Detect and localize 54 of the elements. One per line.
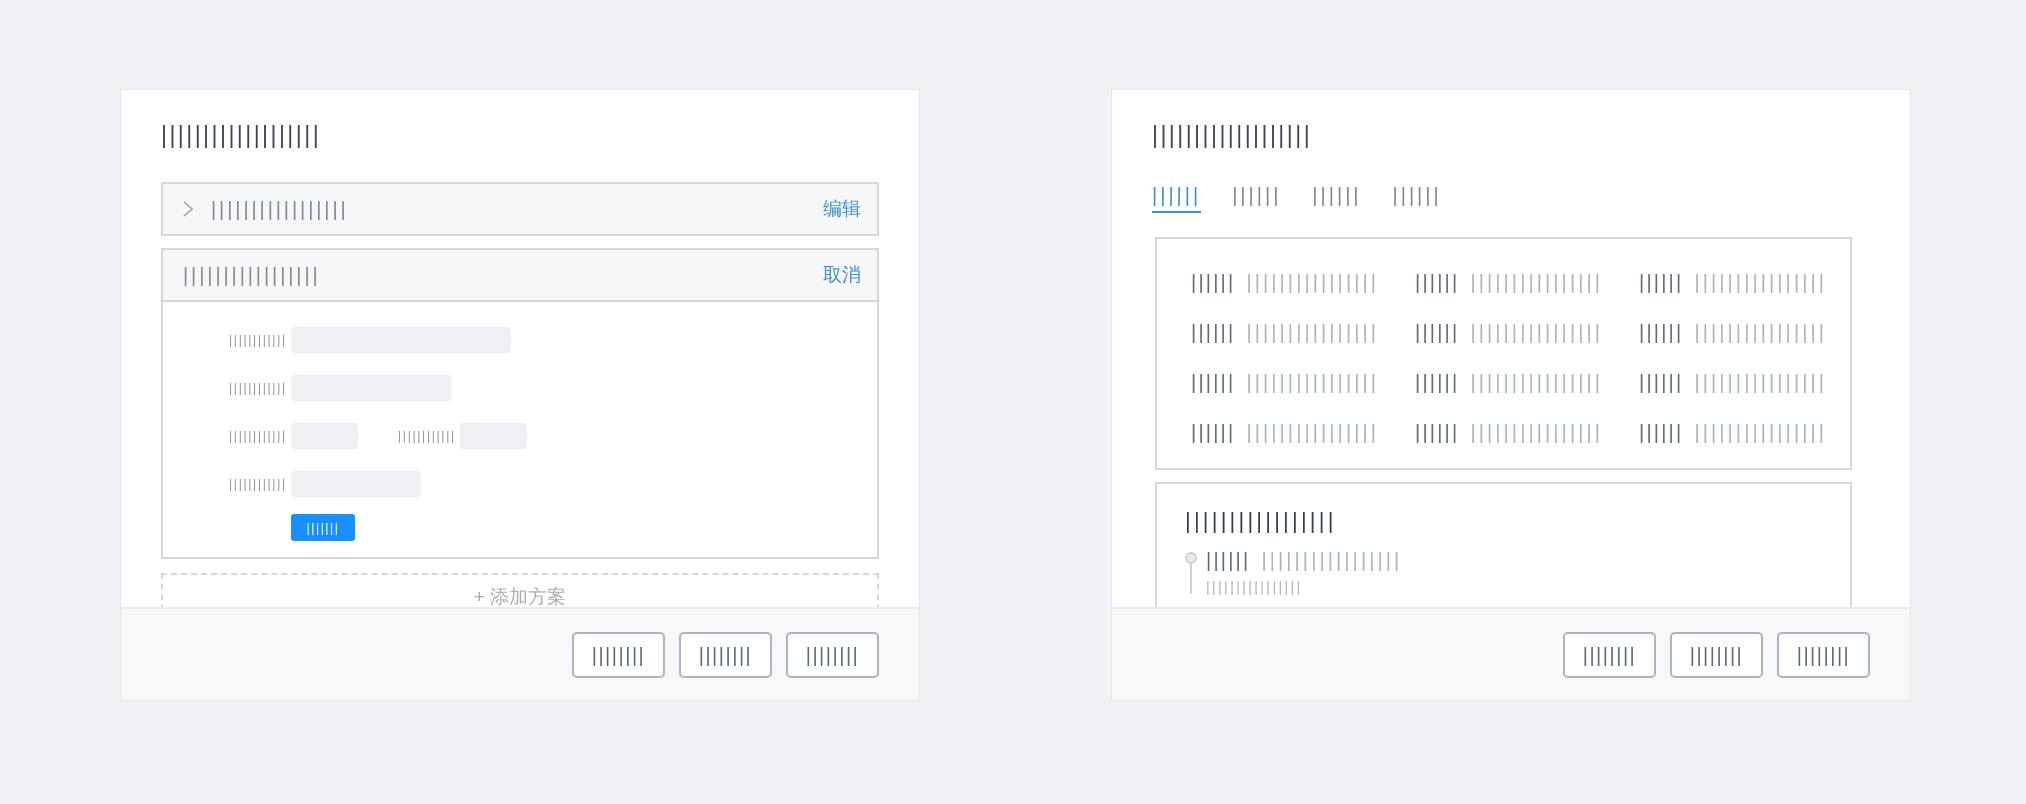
tab[interactable]: |||||| (1392, 185, 1442, 213)
field-label: |||||||||||| (229, 478, 288, 490)
info-value: |||||||||||||||| (1694, 322, 1828, 342)
info-label: |||||| (1415, 322, 1460, 342)
footer-button[interactable]: |||||||| (679, 631, 772, 678)
footer-button[interactable]: |||||||| (572, 631, 665, 678)
info-value: |||||||||||||||| (1694, 372, 1828, 392)
tab[interactable]: |||||| (1232, 185, 1282, 213)
info-value: |||||||||||||||| (1470, 372, 1604, 392)
info-value: |||||||||||||||| (1470, 422, 1604, 442)
info-label: |||||| (1415, 272, 1460, 292)
info-value: |||||||||||||||| (1694, 272, 1828, 292)
tab[interactable]: |||||| (1152, 185, 1202, 213)
add-plan-button[interactable]: + 添加方案 (161, 573, 879, 607)
info-value: |||||||||||||||| (1470, 272, 1604, 292)
info-label: |||||| (1639, 372, 1684, 392)
submit-button[interactable]: ||||||| (291, 514, 355, 541)
card-title: ||||||||||||||||||| (161, 124, 323, 147)
card-title: ||||||||||||||||||| (1152, 124, 1314, 147)
info-label: |||||| (1639, 422, 1684, 442)
info-label: |||||| (1191, 422, 1236, 442)
footer-button[interactable]: |||||||| (1777, 631, 1870, 678)
footer-button[interactable]: |||||||| (1670, 631, 1763, 678)
info-label: |||||| (1415, 372, 1460, 392)
timeline-label: |||||| (1206, 550, 1251, 570)
timeline-line (1190, 564, 1192, 594)
info-label: |||||| (1191, 272, 1236, 292)
field-label: |||||||||||| (398, 430, 457, 442)
info-label: |||||| (1639, 272, 1684, 292)
panel-title: ||||||||||||||||| (211, 199, 349, 219)
footer-button[interactable]: |||||||| (786, 631, 879, 678)
info-label: |||||| (1415, 422, 1460, 442)
info-value: |||||||||||||||| (1694, 422, 1828, 442)
tab[interactable]: |||||| (1312, 185, 1362, 213)
info-value: |||||||||||||||| (1246, 422, 1380, 442)
info-value: |||||||||||||||| (1470, 322, 1604, 342)
field-label: |||||||||||| (229, 334, 288, 346)
info-value: |||||||||||||||| (1246, 322, 1380, 342)
panel-title: ||||||||||||||||| (183, 265, 321, 285)
panel-action-link[interactable]: 编辑 (823, 194, 861, 224)
info-value: |||||||||||||||| (1246, 372, 1380, 392)
field-label: |||||||||||| (229, 430, 288, 442)
footer-button[interactable]: |||||||| (1563, 631, 1656, 678)
timeline-dot (1185, 552, 1197, 564)
timeline-title: ||||||||||||||||| (1185, 510, 1338, 532)
info-label: |||||| (1191, 372, 1236, 392)
timeline-value: ||||||||||||||||| (1261, 550, 1403, 570)
info-label: |||||| (1191, 322, 1236, 342)
field-label: |||||||||||| (229, 382, 288, 394)
panel-action-link[interactable]: 取消 (823, 260, 861, 290)
timeline-subtext: |||||||||||||||| (1206, 580, 1304, 594)
info-label: |||||| (1639, 322, 1684, 342)
chevron-icon[interactable] (183, 201, 193, 217)
info-value: |||||||||||||||| (1246, 272, 1380, 292)
